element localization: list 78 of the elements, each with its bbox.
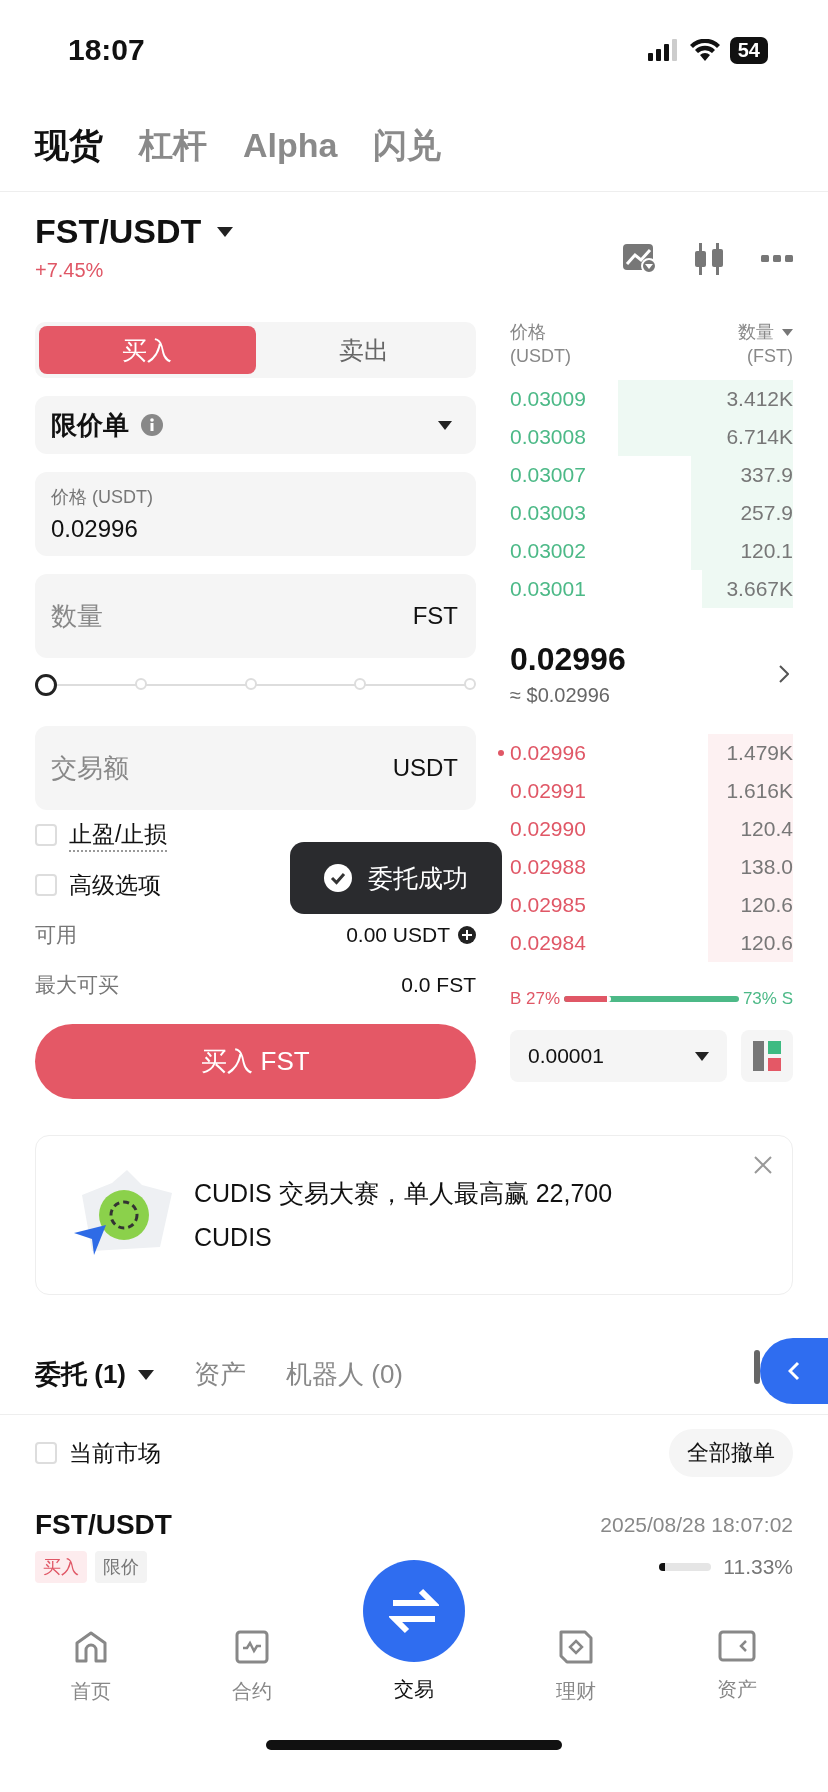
amount-input[interactable]: 交易额	[51, 752, 393, 784]
mode-tab[interactable]: 闪兑	[373, 122, 442, 169]
ask-price[interactable]: 0.03007	[510, 463, 586, 487]
nav-tab[interactable]: 首页	[10, 1610, 172, 1705]
price-input[interactable]: 0.02996	[51, 515, 460, 543]
column-header[interactable]: 数量	[738, 320, 774, 344]
mode-tab[interactable]: 现货	[35, 122, 103, 169]
quantity-field[interactable]: 数量 FST	[35, 574, 476, 658]
buy-button[interactable]: 买入 FST	[35, 1024, 476, 1099]
cancel-all-button[interactable]: 全部撤单	[669, 1429, 793, 1477]
bid-quantity: 120.4	[740, 817, 793, 841]
nav-tab[interactable]: 理财	[494, 1610, 657, 1705]
quantity-input[interactable]: 数量	[51, 600, 413, 632]
bid-quantity: 120.6	[740, 931, 793, 955]
status-time: 18:07	[68, 33, 145, 67]
ask-price[interactable]: 0.03009	[510, 387, 586, 411]
bid-price[interactable]: 0.02984	[510, 931, 586, 955]
ask-quantity: 3.667K	[726, 577, 793, 601]
orders-tab[interactable]: 资产	[194, 1357, 246, 1392]
option-label[interactable]: 止盈/止损	[69, 818, 168, 852]
fill-percent: 11.33%	[723, 1555, 793, 1579]
ask-price[interactable]: 0.03001	[510, 577, 586, 601]
column-unit: (USDT)	[510, 345, 571, 368]
nav-tab[interactable]: 资产	[656, 1610, 818, 1703]
column-header: 价格	[510, 321, 547, 344]
unit-label: USDT	[392, 754, 458, 782]
ask-quantity: 120.1	[740, 539, 793, 563]
field-label: 价格 (USDT)	[51, 486, 154, 509]
ask-quantity: 337.9	[740, 463, 793, 487]
type-tag: 限价	[95, 1551, 147, 1583]
buy-ratio: B 27%	[510, 989, 561, 1009]
pair-title[interactable]: FST/USDT	[35, 212, 202, 251]
order-pair[interactable]: FST/USDT	[35, 1509, 172, 1541]
bid-price[interactable]: 0.02990	[510, 817, 586, 841]
bid-price[interactable]: 0.02985	[510, 893, 586, 917]
filter-label[interactable]: 当前市场	[69, 1437, 161, 1469]
option-label[interactable]: 高级选项	[69, 869, 161, 901]
bid-quantity: 138.0	[740, 855, 793, 879]
bid-price[interactable]: 0.02996	[510, 741, 586, 765]
bid-quantity: 1.616K	[726, 779, 793, 803]
ask-price[interactable]: 0.03003	[510, 501, 586, 525]
orders-tab[interactable]: 委托 (1)	[35, 1357, 154, 1392]
ask-quantity: 6.714K	[726, 425, 793, 449]
mode-tab[interactable]: Alpha	[243, 126, 338, 165]
sell-ratio: 73% S	[742, 989, 793, 1009]
max-buy-label: 最大可买	[35, 972, 119, 998]
battery-icon: 54	[729, 36, 768, 64]
ask-price[interactable]: 0.03008	[510, 425, 586, 449]
success-toast: 委托成功	[290, 842, 502, 914]
bid-quantity: 120.6	[740, 893, 793, 917]
amount-field[interactable]: 交易额 USDT	[35, 726, 476, 810]
ask-quantity: 3.412K	[726, 387, 793, 411]
max-buy-value: 0.0 FST	[401, 973, 476, 997]
available-label: 可用	[35, 922, 77, 948]
bid-quantity: 1.479K	[726, 741, 793, 765]
ask-quantity: 257.9	[740, 501, 793, 525]
order-time: 2025/08/28 18:07:02	[600, 1513, 793, 1537]
side-tab[interactable]: 卖出	[255, 326, 472, 374]
side-tab[interactable]: 买入	[39, 326, 256, 374]
nav-tab[interactable]: 合约	[171, 1610, 334, 1705]
bid-price[interactable]: 0.02988	[510, 855, 586, 879]
order-type-select[interactable]: 限价单	[35, 396, 476, 454]
last-price-usd: ≈ $0.02996	[510, 684, 611, 707]
bid-price[interactable]: 0.02991	[510, 779, 586, 803]
price-change: +7.45%	[35, 259, 105, 282]
tick-size-select[interactable]: 0.00001	[510, 1030, 727, 1082]
banner-text[interactable]: CUDIS 交易大赛，单人最高赢 22,700 CUDIS	[194, 1171, 684, 1259]
price-field[interactable]: 价格 (USDT) 0.02996	[35, 472, 476, 556]
column-unit: (FST)	[747, 345, 793, 368]
unit-label: FST	[412, 602, 458, 630]
mode-tab[interactable]: 杠杆	[139, 122, 207, 169]
nav-tab[interactable]: 交易	[333, 1560, 495, 1703]
ask-price[interactable]: 0.03002	[510, 539, 586, 563]
promo-banner[interactable]: CUDIS 交易大赛，单人最高赢 22,700 CUDIS	[35, 1135, 793, 1295]
last-price: 0.02996	[510, 641, 626, 678]
orders-tab[interactable]: 机器人 (0)	[286, 1357, 403, 1392]
available-value: 0.00 USDT	[346, 923, 450, 947]
side-tag: 买入	[35, 1551, 87, 1583]
